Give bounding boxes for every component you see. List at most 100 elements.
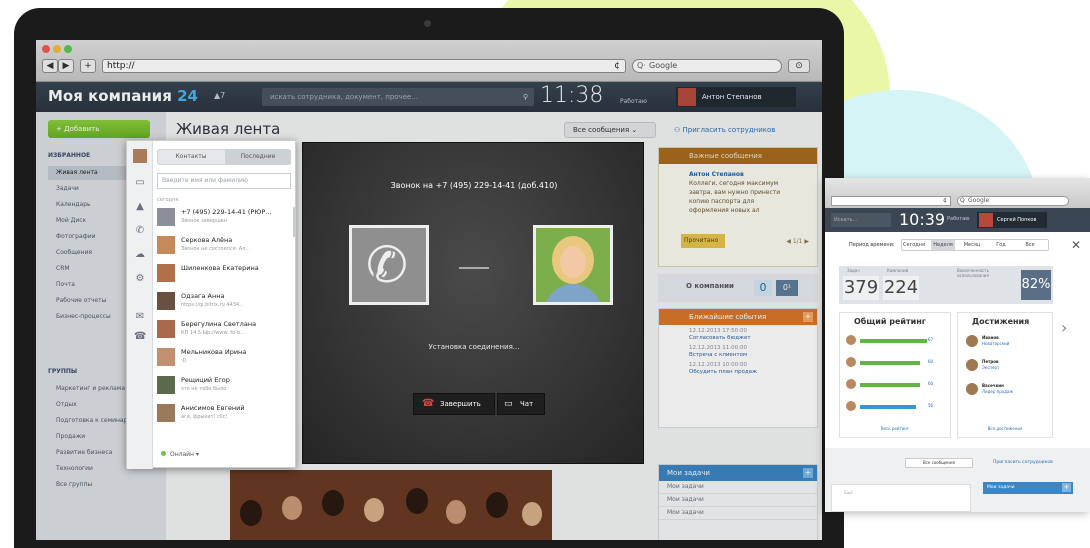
new-tab-button[interactable]: + (80, 59, 96, 73)
maximize-window-icon[interactable] (64, 45, 72, 53)
tasks-header: Мои задачи + (659, 465, 817, 481)
event-item[interactable]: 12.12.2013 11:00:00 Встреча с клиентом (659, 342, 817, 359)
cloud-icon[interactable]: ☁ (134, 249, 146, 260)
minimize-window-icon[interactable] (53, 45, 61, 53)
achievement-row[interactable]: Васечкин Лидер продаж (966, 383, 1052, 401)
add-button[interactable]: + Добавить (48, 120, 150, 138)
all-ratings-link[interactable]: Весь рейтинг (840, 426, 950, 431)
achievement-name: Петров (982, 359, 999, 364)
add-task-icon[interactable]: + (803, 468, 813, 478)
refresh-icon[interactable]: ¢ (614, 60, 620, 72)
work-status[interactable]: Работаю (620, 98, 647, 105)
rating-bar (860, 339, 927, 343)
monitor-clock[interactable]: 10:39 (899, 210, 945, 229)
contact-name: Шиленкова Екатерина (181, 264, 259, 272)
my-avatar[interactable] (133, 149, 147, 163)
add-event-icon[interactable]: + (803, 312, 813, 322)
app-search-input[interactable]: искать сотрудника, документ, прочее... ⚲ (262, 88, 534, 106)
rating-row[interactable]: 60 (846, 379, 946, 391)
contact-item[interactable]: Серкова Алёна Звонок не состоялся. Ал... (157, 233, 291, 259)
contact-item[interactable]: Мельникова Ирина:D (157, 345, 291, 371)
phone-icon[interactable]: ✆ (134, 225, 146, 236)
tab-recent[interactable]: Последние (225, 150, 291, 164)
calls-icon[interactable]: ☎ (134, 331, 146, 342)
reader-button[interactable]: ⊙ (788, 59, 810, 73)
contact-item[interactable]: Одзага Анна https://qi.bitrix.ru 4434... (157, 289, 291, 315)
monitor-user-menu[interactable]: Сергей Попков (977, 212, 1047, 228)
contact-item[interactable]: Рещиций Егор это не тебе было (157, 373, 291, 399)
contact-avatar (157, 208, 175, 226)
next-arrow-icon[interactable]: › (1061, 318, 1067, 337)
contact-search-input[interactable]: Введите имя или фамилию (157, 173, 291, 189)
mark-read-button[interactable]: Прочитано (681, 234, 725, 248)
feed-photo[interactable] (230, 470, 552, 540)
back-button[interactable]: ◀ (42, 59, 58, 73)
address-text: http:// (107, 61, 135, 71)
all-messages-select[interactable]: Все сообщения ⌄ (564, 122, 656, 138)
sidebar-group-item[interactable]: Все группы (48, 478, 166, 492)
rating-row[interactable]: 60 (846, 357, 946, 369)
monitor-post-box[interactable]: Ещё (831, 484, 971, 512)
invite-link[interactable]: ⚇ Пригласить сотрудников (674, 122, 775, 138)
period-tab[interactable]: Год (989, 240, 1013, 250)
online-status[interactable]: Онлайн ▾ (161, 451, 199, 458)
monitor-address-bar[interactable]: ¢ (831, 196, 951, 206)
contact-item[interactable]: Анисимов Евгений ага, фрыкит! clic! (157, 401, 291, 427)
chat-icon[interactable]: ▭ (134, 177, 146, 188)
contact-last-message: Звонок завершен (181, 218, 227, 224)
google-search-field[interactable]: Q· Google (632, 59, 782, 73)
task-item[interactable]: Мои задачи (659, 494, 817, 507)
contact-item[interactable]: Берегулина Светлана КП 14.5.Ыр://www. fo-… (157, 317, 291, 343)
contacts-tabs: Контакты Последние (157, 149, 291, 165)
event-title[interactable]: Встреча с клиентом (689, 352, 817, 359)
close-window-icon[interactable] (42, 45, 50, 53)
monitor-work-status[interactable]: Работаю (947, 216, 969, 222)
contact-last-message: https://qi.bitrix.ru 4434... (181, 302, 244, 308)
event-title[interactable]: Обсудить план продаж (689, 369, 817, 376)
all-achievements-link[interactable]: Все достижения (958, 426, 1052, 431)
user-menu[interactable]: Антон Степанов (676, 87, 796, 107)
achievement-row[interactable]: Петров Эксперт (966, 359, 1052, 377)
important-author[interactable]: Антон Степанов (689, 170, 811, 179)
address-bar[interactable]: http:// ¢ (102, 59, 626, 73)
rating-row[interactable]: 67 (846, 335, 946, 347)
magnifier-icon[interactable]: ⚲ (523, 88, 528, 106)
chat-button[interactable]: ▭ Чат (497, 393, 545, 415)
task-item[interactable]: Мои задачи (659, 481, 817, 494)
monitor-search-field[interactable]: Q Google (957, 196, 1069, 206)
contact-item[interactable]: +7 (495) 229-14-41 (РЮР... Звонок заверше… (157, 205, 291, 231)
app-title-number: 24 (177, 87, 198, 105)
close-icon[interactable]: ✕ (1071, 238, 1081, 252)
rating-row[interactable]: 56 (846, 401, 946, 413)
contact-name: Берегулина Светлана (181, 320, 257, 328)
tasks-counter-badge[interactable]: ▲7 (214, 91, 225, 100)
online-label: Онлайн (170, 451, 194, 458)
period-tab[interactable]: Все (1018, 240, 1042, 250)
messages-icon[interactable]: ✉ (134, 311, 146, 322)
call-status: Установка соединения... (428, 343, 520, 351)
tab-contacts[interactable]: Контакты (158, 150, 224, 164)
event-date: 12.12.2013 17:50:00 (689, 328, 747, 334)
period-tab[interactable]: Сегодня (902, 240, 926, 250)
company-widget[interactable]: О компании 0 0¹ (658, 274, 818, 302)
end-call-button[interactable]: ☎ Завершить (413, 393, 495, 415)
app-title[interactable]: Моя компания 24 (48, 87, 198, 105)
notify-icon[interactable]: ▲ (134, 201, 146, 212)
scrollbar[interactable] (293, 207, 296, 237)
forward-button[interactable]: ▶ (58, 59, 74, 73)
monitor-app-search[interactable]: Искать... (831, 213, 891, 227)
contact-item[interactable]: Шиленкова Екатерина (157, 261, 291, 287)
event-item[interactable]: 12.12.2013 10:00:00 Обсудить план продаж (659, 359, 817, 376)
clock[interactable]: 11:38 (540, 83, 603, 108)
period-tab[interactable]: Неделя (931, 240, 955, 250)
monitor-all-messages-select[interactable]: Все сообщения (905, 458, 973, 468)
monitor-add-task-icon[interactable]: + (1062, 483, 1071, 492)
settings-icon[interactable]: ⚙ (134, 273, 146, 284)
period-tab[interactable]: Месяц (960, 240, 984, 250)
pager[interactable]: ◀ 1/1 ▶ (786, 238, 809, 245)
event-item[interactable]: 12.12.2013 17:50:00 Согласовать бюджет (659, 325, 817, 342)
monitor-invite-link[interactable]: Пригласить сотрудников (993, 460, 1053, 465)
task-item[interactable]: Мои задачи (659, 507, 817, 520)
event-title[interactable]: Согласовать бюджет (689, 335, 817, 342)
achievement-row[interactable]: Иванов Новаторский (966, 335, 1052, 353)
